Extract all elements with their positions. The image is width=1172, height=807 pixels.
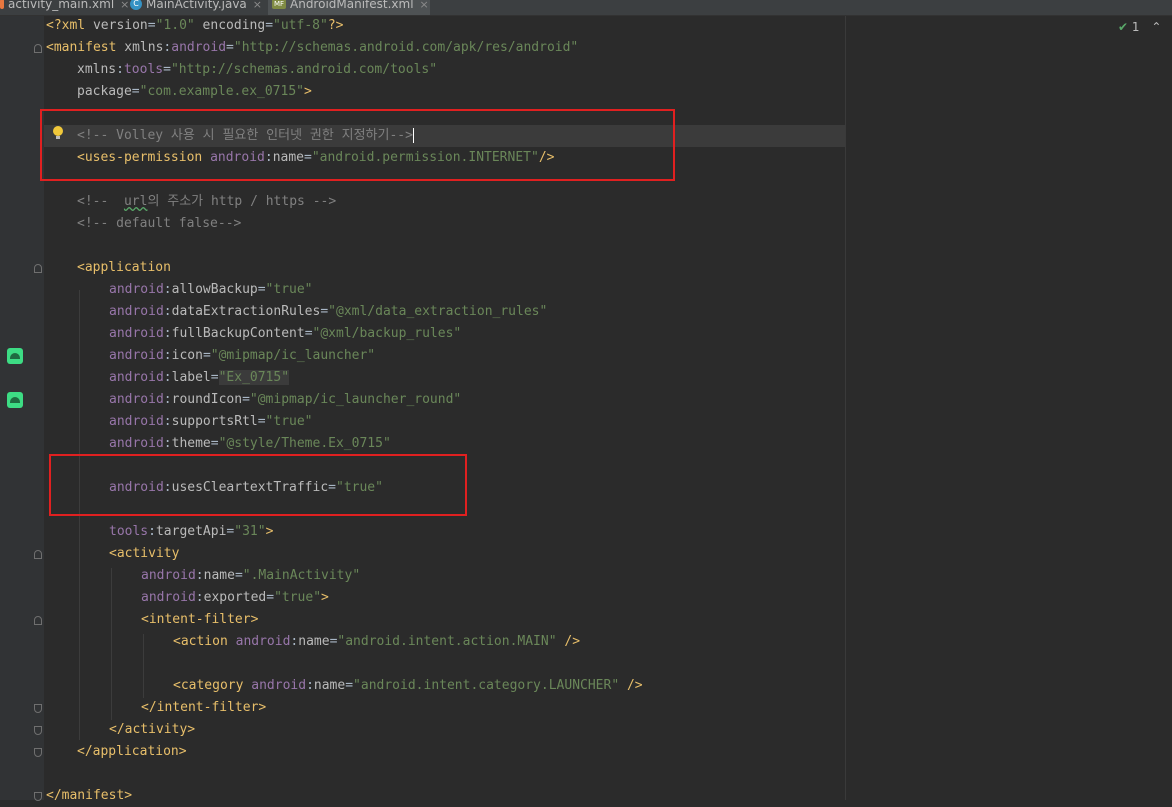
code-line[interactable]: android:dataExtractionRules="@xml/data_e… xyxy=(46,301,547,323)
android-icon[interactable] xyxy=(7,348,23,364)
fold-toggle-icon[interactable] xyxy=(34,550,42,559)
code-line[interactable]: </application> xyxy=(46,741,187,763)
code-line[interactable]: xmlns:tools="http://schemas.android.com/… xyxy=(46,59,437,81)
editor-gutter xyxy=(0,16,44,800)
code-line[interactable]: <intent-filter> xyxy=(46,609,258,631)
code-line[interactable]: </manifest> xyxy=(46,785,132,807)
code-line[interactable]: <application xyxy=(46,257,171,279)
annotation-box-cleartext xyxy=(49,454,467,516)
code-line[interactable]: <activity xyxy=(46,543,179,565)
code-line[interactable]: android:label="Ex_0715" xyxy=(46,367,290,389)
tab-activity-main[interactable]: activity_main.xml × xyxy=(0,0,129,15)
fold-toggle-icon[interactable] xyxy=(34,704,42,713)
code-line[interactable]: android:roundIcon="@mipmap/ic_launcher_r… xyxy=(46,389,461,411)
check-icon: ✔ xyxy=(1118,20,1129,34)
close-icon[interactable]: × xyxy=(253,0,262,11)
close-icon[interactable]: × xyxy=(120,0,129,11)
fold-toggle-icon[interactable] xyxy=(34,616,42,625)
code-line[interactable]: android:supportsRtl="true" xyxy=(46,411,313,433)
editor-tab-bar: activity_main.xml × C MainActivity.java × M… xyxy=(0,0,1172,16)
fold-toggle-icon[interactable] xyxy=(34,748,42,757)
tab-label: MainActivity.java xyxy=(146,0,247,11)
fold-toggle-icon[interactable] xyxy=(34,44,42,53)
code-line[interactable]: android:exported="true"> xyxy=(46,587,329,609)
code-line[interactable]: package="com.example.ex_0715"> xyxy=(46,81,312,103)
code-line[interactable]: android:theme="@style/Theme.Ex_0715" xyxy=(46,433,391,455)
tab-label: activity_main.xml xyxy=(8,0,115,11)
inspection-count: 1 xyxy=(1131,20,1140,34)
manifest-file-icon: MF xyxy=(272,0,286,9)
code-line[interactable]: <!-- default false--> xyxy=(46,213,241,235)
close-icon[interactable]: × xyxy=(420,0,429,11)
code-line[interactable]: android:allowBackup="true" xyxy=(46,279,313,301)
code-line[interactable]: <!-- url의 주소가 http / https --> xyxy=(46,191,336,213)
annotation-box-permission xyxy=(40,109,675,181)
java-class-icon: C xyxy=(130,0,142,10)
fold-toggle-icon[interactable] xyxy=(34,264,42,273)
code-line[interactable]: android:name=".MainActivity" xyxy=(46,565,360,587)
code-line[interactable]: android:fullBackupContent="@xml/backup_r… xyxy=(46,323,461,345)
code-line[interactable]: <action android:name="android.intent.act… xyxy=(46,631,580,653)
xml-file-icon xyxy=(0,0,4,9)
code-line[interactable]: </intent-filter> xyxy=(46,697,266,719)
fold-toggle-icon[interactable] xyxy=(34,726,42,735)
tab-label: AndroidManifest.xml xyxy=(290,0,414,11)
code-line[interactable]: </activity> xyxy=(46,719,195,741)
right-margin-guide xyxy=(845,16,846,800)
tab-main-activity[interactable]: C MainActivity.java × xyxy=(130,0,264,15)
code-line[interactable]: <category android:name="android.intent.c… xyxy=(46,675,643,697)
code-line[interactable]: android:icon="@mipmap/ic_launcher" xyxy=(46,345,375,367)
chevron-up-icon[interactable]: ⌃ xyxy=(1151,20,1161,34)
inspection-status[interactable]: ✔ 1 ⌃ xyxy=(1118,20,1161,34)
code-line[interactable]: tools:targetApi="31"> xyxy=(46,521,273,543)
tab-android-manifest[interactable]: MF AndroidManifest.xml × xyxy=(268,0,430,15)
code-line[interactable]: <manifest xmlns:android="http://schemas.… xyxy=(46,37,578,59)
code-line[interactable]: <?xml version="1.0" encoding="utf-8"?> xyxy=(46,15,343,37)
android-icon[interactable] xyxy=(7,392,23,408)
